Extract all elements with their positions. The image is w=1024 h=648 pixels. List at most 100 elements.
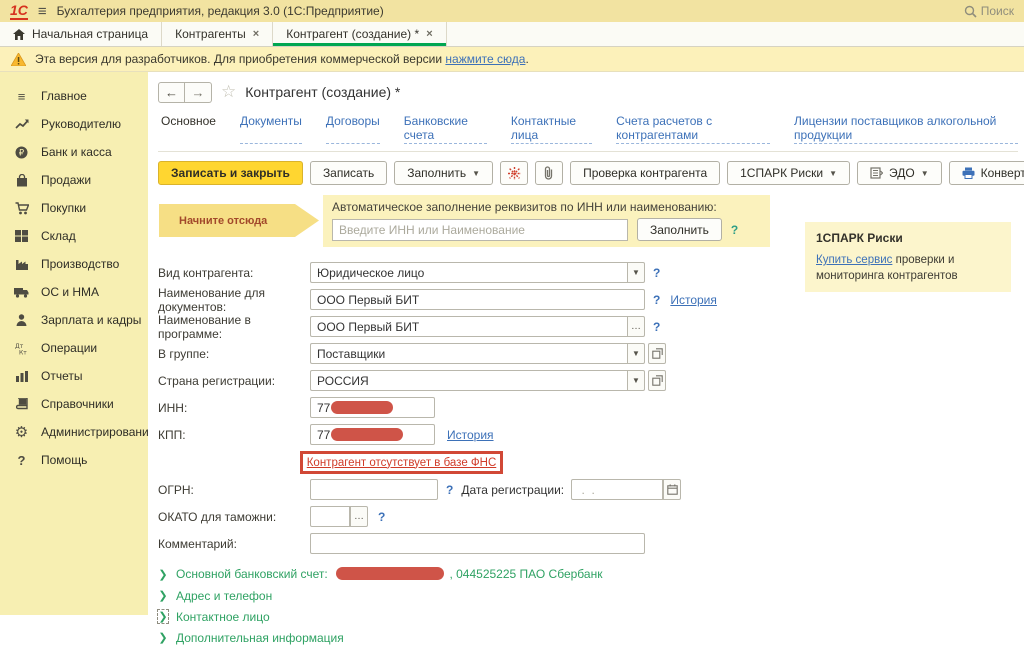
help-icon[interactable]: ? [653,293,660,307]
trend-chart-icon [13,119,30,130]
chevron-down-icon[interactable]: ▼ [627,370,645,391]
dt-kt-icon: ДтКт [13,342,30,355]
sidebar-item-purchases[interactable]: Покупки [0,194,148,222]
sidebar-item-salary-hr[interactable]: Зарплата и кадры [0,306,148,334]
sidebar-item-directories[interactable]: Справочники [0,390,148,418]
nav-settlement-accounts[interactable]: Счета расчетов с контрагентами [616,114,770,144]
save-button[interactable]: Записать [310,161,387,185]
favorite-star-icon[interactable]: ☆ [221,82,236,102]
spark-risks-button[interactable]: 1СПАРК Риски ▼ [727,161,850,185]
tab-home[interactable]: Начальная страница [0,22,162,46]
buy-commercial-link[interactable]: нажмите сюда [445,52,525,66]
nav-alcohol-licenses[interactable]: Лицензии поставщиков алкогольной продукц… [794,114,1018,144]
grid-icon [13,230,30,242]
expandable-sections: ❯ Основной банковский счет: , 044525225 … [158,564,1024,648]
tab-bar: Начальная страница Контрагенты × Контраг… [0,22,1024,47]
warning-period: . [525,52,528,66]
ogrn-input[interactable] [310,479,438,500]
buy-service-link[interactable]: Купить сервис [816,254,892,266]
kind-select[interactable]: Юридическое лицо ▼ [310,262,645,283]
sidebar-item-help[interactable]: ? Помощь [0,446,148,474]
open-icon [652,348,663,359]
svg-text:Кт: Кт [19,349,27,355]
bag-icon [13,174,30,187]
help-icon[interactable]: ? [653,320,660,334]
ellipsis-button[interactable]: … [627,316,645,337]
sidebar-item-operations[interactable]: ДтКт Операции [0,334,148,362]
close-icon[interactable]: × [253,28,259,40]
name-prog-input[interactable]: ООО Первый БИТ … [310,316,645,337]
name-prog-label: Наименование в программе: [158,313,310,341]
save-and-close-button[interactable]: Записать и закрыть [158,161,303,185]
tab-counterparty-new[interactable]: Контрагент (создание) * × [273,22,446,46]
paperclip-icon [543,166,555,180]
section-contact-person[interactable]: ❯ Контактное лицо [158,606,1024,627]
envelope-button[interactable]: Конверт [949,161,1024,185]
kpp-input[interactable]: 77 [310,424,435,445]
nav-documents[interactable]: Документы [240,114,302,144]
fns-alert-link[interactable]: Контрагент отсутствует в базе ФНС [307,457,497,469]
sidebar-item-administration[interactable]: ⚙ Администрирование [0,418,148,446]
help-icon[interactable]: ? [731,223,738,237]
sidebar-item-os-nma[interactable]: ОС и НМА [0,278,148,306]
chevron-down-icon[interactable]: ▼ [627,262,645,283]
forward-button[interactable]: → [185,82,212,103]
back-button[interactable]: ← [158,82,185,103]
group-select[interactable]: Поставщики ▼ [310,343,645,364]
chevron-down-icon: ▼ [472,169,480,178]
fill-dropdown-button[interactable]: Заполнить ▼ [394,161,493,185]
chevron-right-icon: ❯ [158,589,168,602]
country-label: Страна регистрации: [158,374,310,388]
truck-icon [13,287,30,298]
inn-search-input[interactable] [332,219,628,241]
home-icon [13,29,25,40]
sidebar-item-production[interactable]: Производство [0,250,148,278]
title-bar: 1С ≡ Бухгалтерия предприятия, редакция 3… [0,0,1024,22]
field-country: Страна регистрации: РОССИЯ ▼ [158,367,1024,394]
check-counterparty-button[interactable]: Проверка контрагента [570,161,720,185]
fill-button[interactable]: Заполнить [637,218,722,241]
snowflake-button[interactable] [500,161,528,185]
calendar-button[interactable] [663,479,681,500]
edo-dropdown-button[interactable]: ЭДО ▼ [857,161,942,185]
sidebar-item-bank-cash[interactable]: ₽ Банк и касса [0,138,148,166]
nav-main[interactable]: Основное [161,114,216,144]
comment-input[interactable] [310,533,645,554]
global-search[interactable]: Поиск [964,4,1014,18]
okato-input[interactable] [310,506,350,527]
person-icon [13,314,30,326]
inn-input[interactable]: 77 [310,397,435,418]
tab-counterparties[interactable]: Контрагенты × [162,22,273,46]
sidebar-item-sales[interactable]: Продажи [0,166,148,194]
attachment-button[interactable] [535,161,563,185]
sidebar-item-reports[interactable]: Отчеты [0,362,148,390]
section-address-phone[interactable]: ❯ Адрес и телефон [158,585,1024,606]
app-title: Бухгалтерия предприятия, редакция 3.0 (1… [57,4,384,18]
ellipsis-button[interactable]: … [350,506,368,527]
kpp-history-link[interactable]: История [447,428,494,442]
chevron-down-icon[interactable]: ▼ [627,343,645,364]
nav-bank-accounts[interactable]: Банковские счета [404,114,487,144]
sidebar-item-manager[interactable]: Руководителю [0,110,148,138]
main-menu-icon[interactable]: ≡ [38,4,47,19]
nav-contracts[interactable]: Договоры [326,114,380,144]
reg-date-label: Дата регистрации: [461,483,564,497]
autofill-panel: Автоматическое заполнение реквизитов по … [323,195,770,247]
comment-label: Комментарий: [158,537,310,551]
sidebar-item-warehouse[interactable]: Склад [0,222,148,250]
reg-date-input[interactable] [571,479,663,500]
section-additional-info[interactable]: ❯ Дополнительная информация [158,627,1024,648]
nav-contact-persons[interactable]: Контактные лица [511,114,592,144]
section-bank-account[interactable]: ❯ Основной банковский счет: , 044525225 … [158,564,1024,585]
open-button[interactable] [648,370,666,391]
name-docs-history-link[interactable]: История [670,293,717,307]
name-docs-input[interactable]: ООО Первый БИТ [310,289,645,310]
help-icon[interactable]: ? [446,483,453,497]
country-select[interactable]: РОССИЯ ▼ [310,370,645,391]
close-icon[interactable]: × [426,28,432,40]
help-icon[interactable]: ? [653,266,660,280]
help-icon[interactable]: ? [378,510,385,524]
open-button[interactable] [648,343,666,364]
red-asterisk-icon [508,167,521,180]
sidebar-item-main[interactable]: ≡ Главное [0,82,148,110]
